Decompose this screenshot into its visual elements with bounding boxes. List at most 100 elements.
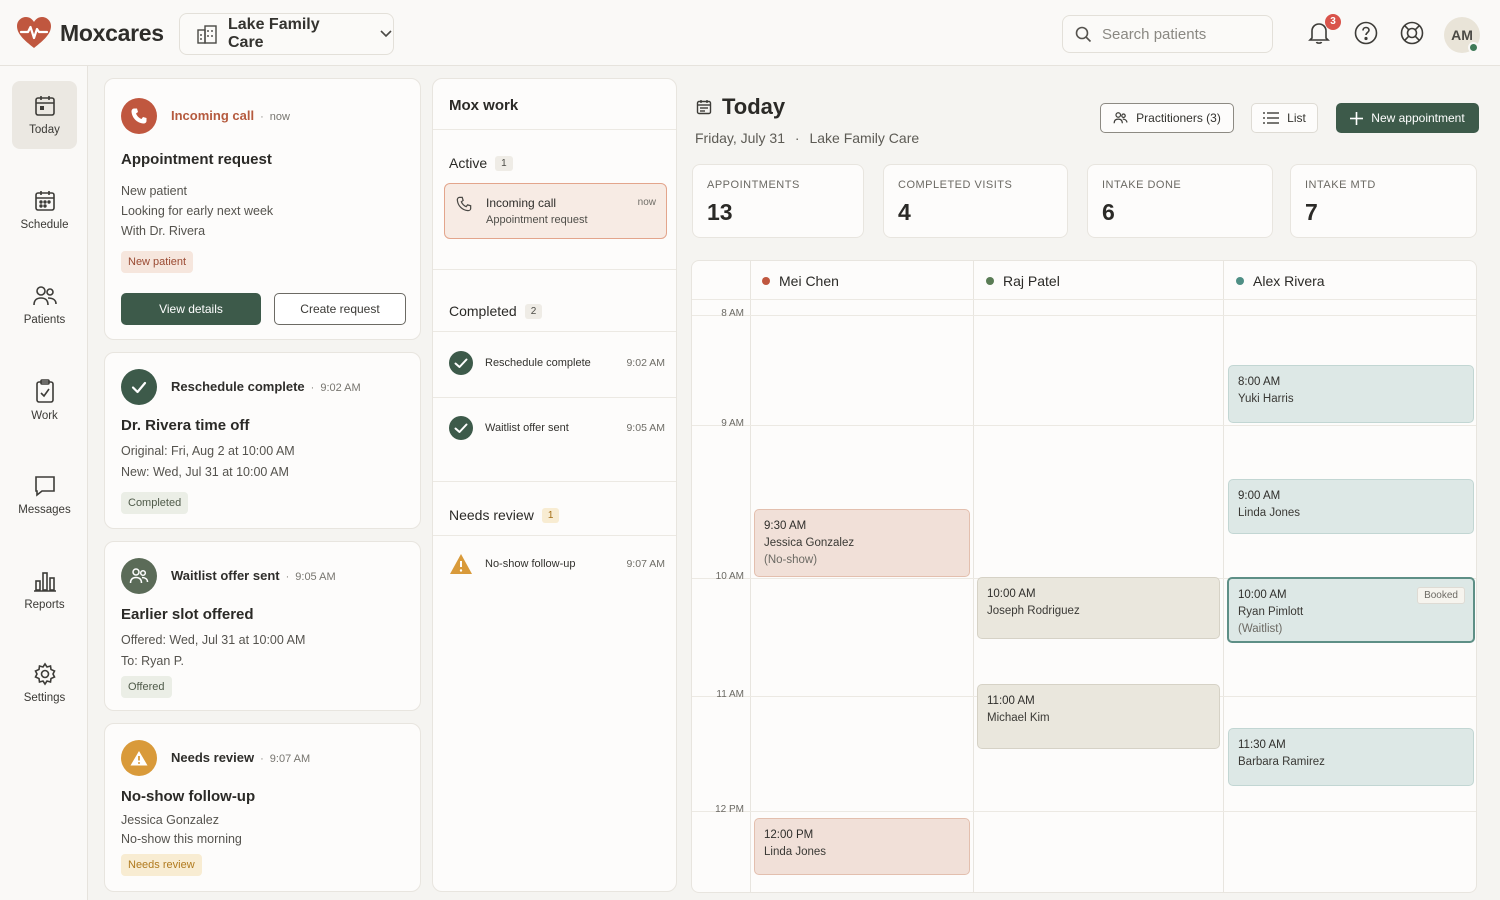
day-calendar: Mei Chen Raj Patel Alex Rivera 8 AM 9 AM… <box>691 260 1477 893</box>
sidebar-item-label: Messages <box>18 504 71 516</box>
card-time: 9:02 AM <box>320 382 361 394</box>
appointment-block[interactable]: 8:00 AM Yuki Harris <box>1228 365 1474 423</box>
card-line: With Dr. Rivera <box>121 224 206 238</box>
stat-value: 6 <box>1102 199 1115 225</box>
stat-label: INTAKE MTD <box>1305 179 1376 191</box>
practitioner-name: Raj Patel <box>1003 273 1060 289</box>
appointment-block[interactable]: 9:00 AM Linda Jones <box>1228 479 1474 534</box>
sidebar-item-settings[interactable]: Settings <box>12 649 77 717</box>
phone-outline-icon <box>456 196 472 212</box>
sidebar-item-work[interactable]: Work <box>12 366 77 434</box>
incoming-call-card[interactable]: Incoming call · now Appointment request Ne… <box>104 78 421 340</box>
status-badge: Offered <box>121 676 172 698</box>
waitlist-card[interactable]: Waitlist offer sent · 9:05 AM Earlier slot… <box>104 541 421 711</box>
practitioners-button[interactable]: Practitioners (3) <box>1100 103 1234 133</box>
sidebar-item-patients[interactable]: Patients <box>12 271 77 339</box>
list-item[interactable]: No-show follow-up 9:07 AM <box>449 550 665 578</box>
appointment-time: 12:00 PM <box>764 829 814 841</box>
button-label: Practitioners (3) <box>1136 111 1221 125</box>
card-line: New patient <box>121 184 188 198</box>
practitioner-column-header[interactable]: Raj Patel <box>986 273 1060 289</box>
list-view-button[interactable]: List <box>1251 103 1318 133</box>
appointment-time: 8:00 AM <box>1238 376 1281 388</box>
appointment-time: 9:30 AM <box>764 520 807 532</box>
item-time: 9:02 AM <box>626 357 665 369</box>
stat-completed-visits: COMPLETED VISITS 4 <box>883 164 1068 238</box>
hour-label: 11 AM <box>716 689 744 700</box>
clinic-selector[interactable]: Lake Family Care <box>179 13 394 55</box>
item-time: now <box>637 197 656 208</box>
appointment-patient: Barbara Ramirez <box>1238 756 1325 768</box>
search-box[interactable] <box>1062 15 1273 53</box>
section-label: Needs review <box>449 507 534 523</box>
search-input[interactable] <box>1102 25 1262 43</box>
top-bar: Moxcares Lake Family Care 3 <box>0 0 1500 66</box>
brand[interactable]: Moxcares <box>16 16 164 50</box>
calendar-today-icon <box>33 94 57 118</box>
practitioner-column-header[interactable]: Alex Rivera <box>1236 273 1325 289</box>
hour-label: 8 AM <box>721 308 744 319</box>
appointment-block-selected[interactable]: 10:00 AM Ryan Pimlott (Waitlist) Booked <box>1227 577 1475 643</box>
hour-label: 9 AM <box>721 418 744 429</box>
section-label: Active <box>449 155 488 171</box>
section-needs-review: Needs review 1 <box>449 507 560 523</box>
list-item[interactable]: Waitlist offer sent 9:05 AM <box>449 414 665 442</box>
needs-review-card[interactable]: Needs review · 9:07 AM No-show follow-up J… <box>104 723 421 892</box>
help-icon[interactable] <box>1353 20 1379 46</box>
new-appointment-button[interactable]: New appointment <box>1336 103 1479 133</box>
active-work-item[interactable]: Incoming call Appointment request now <box>444 183 667 239</box>
practitioner-color-dot <box>762 277 770 285</box>
appointment-block[interactable]: 11:00 AM Michael Kim <box>977 684 1220 749</box>
reschedule-card[interactable]: Reschedule complete · 9:02 AM Dr. Rivera t… <box>104 352 421 529</box>
users-icon <box>32 284 58 308</box>
card-time: 9:05 AM <box>295 571 336 583</box>
card-time: now <box>269 111 290 123</box>
card-title: Earlier slot offered <box>121 606 254 623</box>
online-status-dot <box>1468 42 1479 53</box>
card-title: Dr. Rivera time off <box>121 417 250 434</box>
stat-value: 13 <box>707 199 733 225</box>
clinic-name: Lake Family Care <box>228 16 320 51</box>
sidebar-item-label: Settings <box>23 692 66 704</box>
sidebar-item-reports[interactable]: Reports <box>12 556 77 624</box>
sidebar-item-schedule[interactable]: Schedule <box>12 176 77 244</box>
sidebar-item-label: Today <box>29 124 60 136</box>
item-title: Incoming call <box>486 196 557 210</box>
appointment-block[interactable]: 12:00 PM Linda Jones <box>754 818 970 875</box>
appointment-patient: Ryan Pimlott <box>1238 606 1304 618</box>
page-title: Today <box>696 94 785 120</box>
practitioner-name: Alex Rivera <box>1253 273 1325 289</box>
card-line: Offered: Wed, Jul 31 at 10:00 AM <box>121 633 306 647</box>
search-icon <box>1075 26 1092 43</box>
sidebar-item-label: Reports <box>24 599 65 611</box>
status-badge: Needs review <box>121 854 202 876</box>
practitioner-color-dot <box>1236 277 1244 285</box>
appointment-block[interactable]: 9:30 AM Jessica Gonzalez (No-show) <box>754 509 970 577</box>
sidebar-item-messages[interactable]: Messages <box>12 461 77 529</box>
sidebar: Today Schedule Patients Work Messages Re… <box>0 66 88 900</box>
support-lifebuoy-icon[interactable] <box>1399 20 1425 46</box>
appointment-patient: Linda Jones <box>764 846 827 858</box>
card-title: Appointment request <box>121 151 272 168</box>
create-request-button[interactable]: Create request <box>274 293 406 325</box>
calendar-icon <box>696 99 712 115</box>
count-badge: 1 <box>541 507 560 523</box>
users-icon <box>1113 111 1128 125</box>
appointment-block[interactable]: 10:00 AM Joseph Rodriguez <box>977 577 1220 639</box>
practitioner-column-header[interactable]: Mei Chen <box>762 273 839 289</box>
button-label: New appointment <box>1371 111 1465 125</box>
panel-title: Mox work <box>449 97 519 114</box>
view-details-button[interactable]: View details <box>121 293 261 325</box>
heart-pulse-logo-icon <box>16 16 52 50</box>
item-time: 9:07 AM <box>626 558 665 570</box>
hour-label: 12 PM <box>715 804 744 815</box>
check-circle-icon <box>449 416 473 440</box>
card-event: Incoming call <box>171 108 255 123</box>
appointment-block[interactable]: 11:30 AM Barbara Ramirez <box>1228 728 1474 786</box>
booked-badge: Booked <box>1417 587 1465 604</box>
warning-icon <box>121 740 157 776</box>
building-icon <box>196 24 218 44</box>
list-item[interactable]: Reschedule complete 9:02 AM <box>449 349 665 377</box>
sidebar-item-today[interactable]: Today <box>12 81 77 149</box>
section-completed: Completed 2 <box>449 303 543 319</box>
